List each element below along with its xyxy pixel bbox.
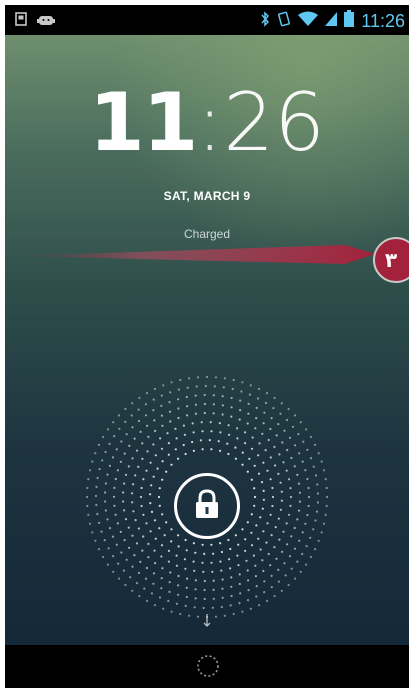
clock-minutes: 26 — [223, 76, 326, 169]
status-bar: 11:26 — [5, 5, 409, 35]
status-time: 11:26 — [361, 10, 405, 31]
camera-icon[interactable] — [202, 612, 212, 631]
lock-icon — [194, 489, 220, 523]
clock-hours: 11 — [88, 76, 198, 169]
lockscreen: 11:26 SAT, MARCH 9 Charged ٣ — [5, 35, 409, 645]
wifi-icon — [298, 11, 319, 31]
sd-card-icon — [15, 11, 27, 30]
clock: 11:26 — [5, 83, 409, 163]
signal-icon — [325, 11, 338, 31]
navigation-bar — [5, 645, 409, 688]
phone-screen: 11:26 11:26 SAT, MARCH 9 Charged ٣ — [5, 5, 409, 688]
charge-status: Charged — [183, 227, 231, 241]
android-debug-icon — [37, 11, 55, 30]
clock-separator: : — [196, 76, 224, 169]
callout-badge: ٣ — [373, 237, 409, 283]
battery-icon — [344, 10, 355, 31]
bluetooth-icon — [260, 10, 270, 31]
system-icons: 11:26 — [260, 10, 405, 31]
notification-icons — [15, 11, 55, 30]
dotted-circle-icon[interactable] — [196, 654, 220, 682]
vibrate-icon — [277, 11, 291, 31]
unlock-button[interactable] — [174, 473, 240, 539]
date-label: SAT, MARCH 9 — [163, 189, 251, 203]
callout-pointer — [15, 245, 375, 264]
